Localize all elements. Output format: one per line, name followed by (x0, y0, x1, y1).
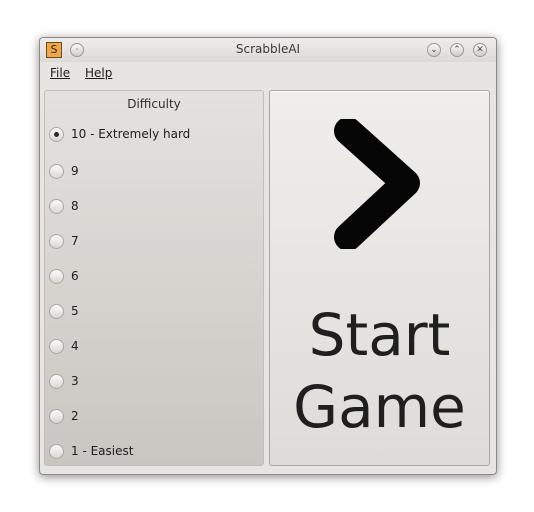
menu-bar: File Help (40, 62, 496, 84)
app-window: S · ScrabbleAI ⌄ ⌃ ✕ File Help Difficult… (39, 37, 497, 475)
minimize-button[interactable]: ⌄ (427, 43, 441, 57)
radio-button[interactable] (49, 339, 64, 354)
radio-button[interactable] (49, 409, 64, 424)
menu-help[interactable]: Help (85, 66, 112, 80)
close-button[interactable]: ✕ (473, 43, 487, 57)
difficulty-option-9[interactable]: 9 (49, 162, 259, 182)
radio-button[interactable] (49, 234, 64, 249)
radio-button[interactable] (49, 127, 64, 142)
menu-file[interactable]: File (50, 66, 70, 80)
maximize-button[interactable]: ⌃ (450, 43, 464, 57)
difficulty-option-10[interactable]: 10 - Extremely hard (49, 125, 259, 145)
radio-label: 1 - Easiest (71, 444, 134, 458)
start-game-button[interactable]: Start Game (269, 90, 490, 466)
difficulty-option-1[interactable]: 1 - Easiest (49, 442, 259, 462)
menu-help-label: Help (85, 66, 113, 80)
difficulty-option-5[interactable]: 5 (49, 302, 259, 322)
difficulty-option-8[interactable]: 8 (49, 197, 259, 217)
radio-label: 5 (71, 304, 79, 318)
radio-label: 10 - Extremely hard (71, 127, 191, 141)
radio-label: 7 (71, 234, 79, 248)
difficulty-group: Difficulty 10 - Extremely hard 9 8 7 6 5… (44, 90, 264, 466)
radio-label: 3 (71, 374, 79, 388)
chevron-right-icon (333, 119, 420, 249)
radio-label: 8 (71, 199, 79, 213)
chevron-up-icon: ⌃ (453, 45, 461, 55)
difficulty-title: Difficulty (127, 97, 181, 111)
radio-label: 2 (71, 409, 79, 423)
radio-button[interactable] (49, 304, 64, 319)
chevron-down-icon: ⌄ (430, 45, 438, 55)
close-icon: ✕ (476, 45, 484, 55)
radio-label: 4 (71, 339, 79, 353)
start-game-label: Start Game (293, 301, 466, 441)
difficulty-option-3[interactable]: 3 (49, 372, 259, 392)
difficulty-option-6[interactable]: 6 (49, 267, 259, 287)
difficulty-option-7[interactable]: 7 (49, 232, 259, 252)
radio-button[interactable] (49, 444, 64, 459)
radio-button[interactable] (49, 374, 64, 389)
difficulty-option-4[interactable]: 4 (49, 337, 259, 357)
radio-button[interactable] (49, 269, 64, 284)
title-bar[interactable]: S · ScrabbleAI ⌄ ⌃ ✕ (40, 38, 496, 62)
menu-file-label: File (50, 66, 71, 80)
difficulty-option-2[interactable]: 2 (49, 407, 259, 427)
radio-label: 6 (71, 269, 79, 283)
radio-button[interactable] (49, 199, 64, 214)
radio-button[interactable] (49, 164, 64, 179)
radio-label: 9 (71, 164, 79, 178)
